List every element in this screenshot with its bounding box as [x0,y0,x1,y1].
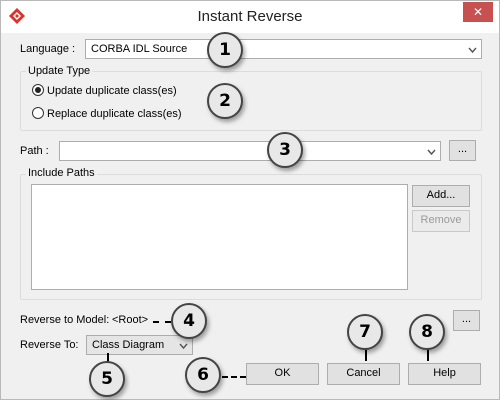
reverse-to-label: Reverse To: [20,339,79,351]
reverse-model-value: <Root> [112,314,149,326]
path-label: Path : [20,145,49,157]
radio-replace-duplicate[interactable]: Replace duplicate class(es) [32,107,182,120]
update-type-legend: Update Type [26,65,93,77]
callout-6-connector [222,376,246,378]
radio-unchecked-icon [32,107,44,119]
chevron-down-icon [468,47,477,54]
title-bar: Instant Reverse ✕ [1,1,499,33]
callout-7: 7 [347,314,383,350]
instant-reverse-dialog: Instant Reverse ✕ Language : CORBA IDL S… [0,0,500,400]
close-button[interactable]: ✕ [463,2,493,22]
path-select[interactable] [59,141,441,161]
radio-update-duplicate[interactable]: Update duplicate class(es) [32,84,177,97]
path-browse-button[interactable]: ... [449,140,476,161]
callout-2: 2 [207,83,243,119]
chevron-down-icon [179,343,188,350]
update-type-group [20,71,482,131]
cancel-button[interactable]: Cancel [327,363,400,385]
include-paths-list[interactable] [31,184,408,290]
radio-replace-label: Replace duplicate class(es) [47,108,182,120]
model-browse-button[interactable]: ... [453,310,480,331]
remove-path-button[interactable]: Remove [412,210,470,232]
window-title: Instant Reverse [197,8,303,25]
radio-update-label: Update duplicate class(es) [47,85,177,97]
language-label: Language : [20,43,76,55]
reverse-to-value: Class Diagram [92,339,165,351]
radio-checked-icon [32,84,44,96]
reverse-to-select[interactable]: Class Diagram [86,335,193,355]
help-button[interactable]: Help [408,363,481,385]
callout-4-connector [153,321,171,323]
callout-8-connector [427,349,429,361]
add-path-button[interactable]: Add... [412,185,470,207]
include-paths-legend: Include Paths [26,167,97,179]
language-value: CORBA IDL Source [91,43,188,55]
callout-1: 1 [207,32,243,68]
callout-3: 3 [267,132,303,168]
callout-4: 4 [171,303,207,339]
callout-6: 6 [185,357,221,393]
callout-5: 5 [89,361,125,397]
reverse-model-label: Reverse to Model: [20,314,110,326]
language-select[interactable]: CORBA IDL Source [85,39,482,59]
chevron-down-icon [427,149,436,156]
callout-7-connector [365,349,367,361]
callout-8: 8 [409,314,445,350]
ok-button[interactable]: OK [246,363,319,385]
